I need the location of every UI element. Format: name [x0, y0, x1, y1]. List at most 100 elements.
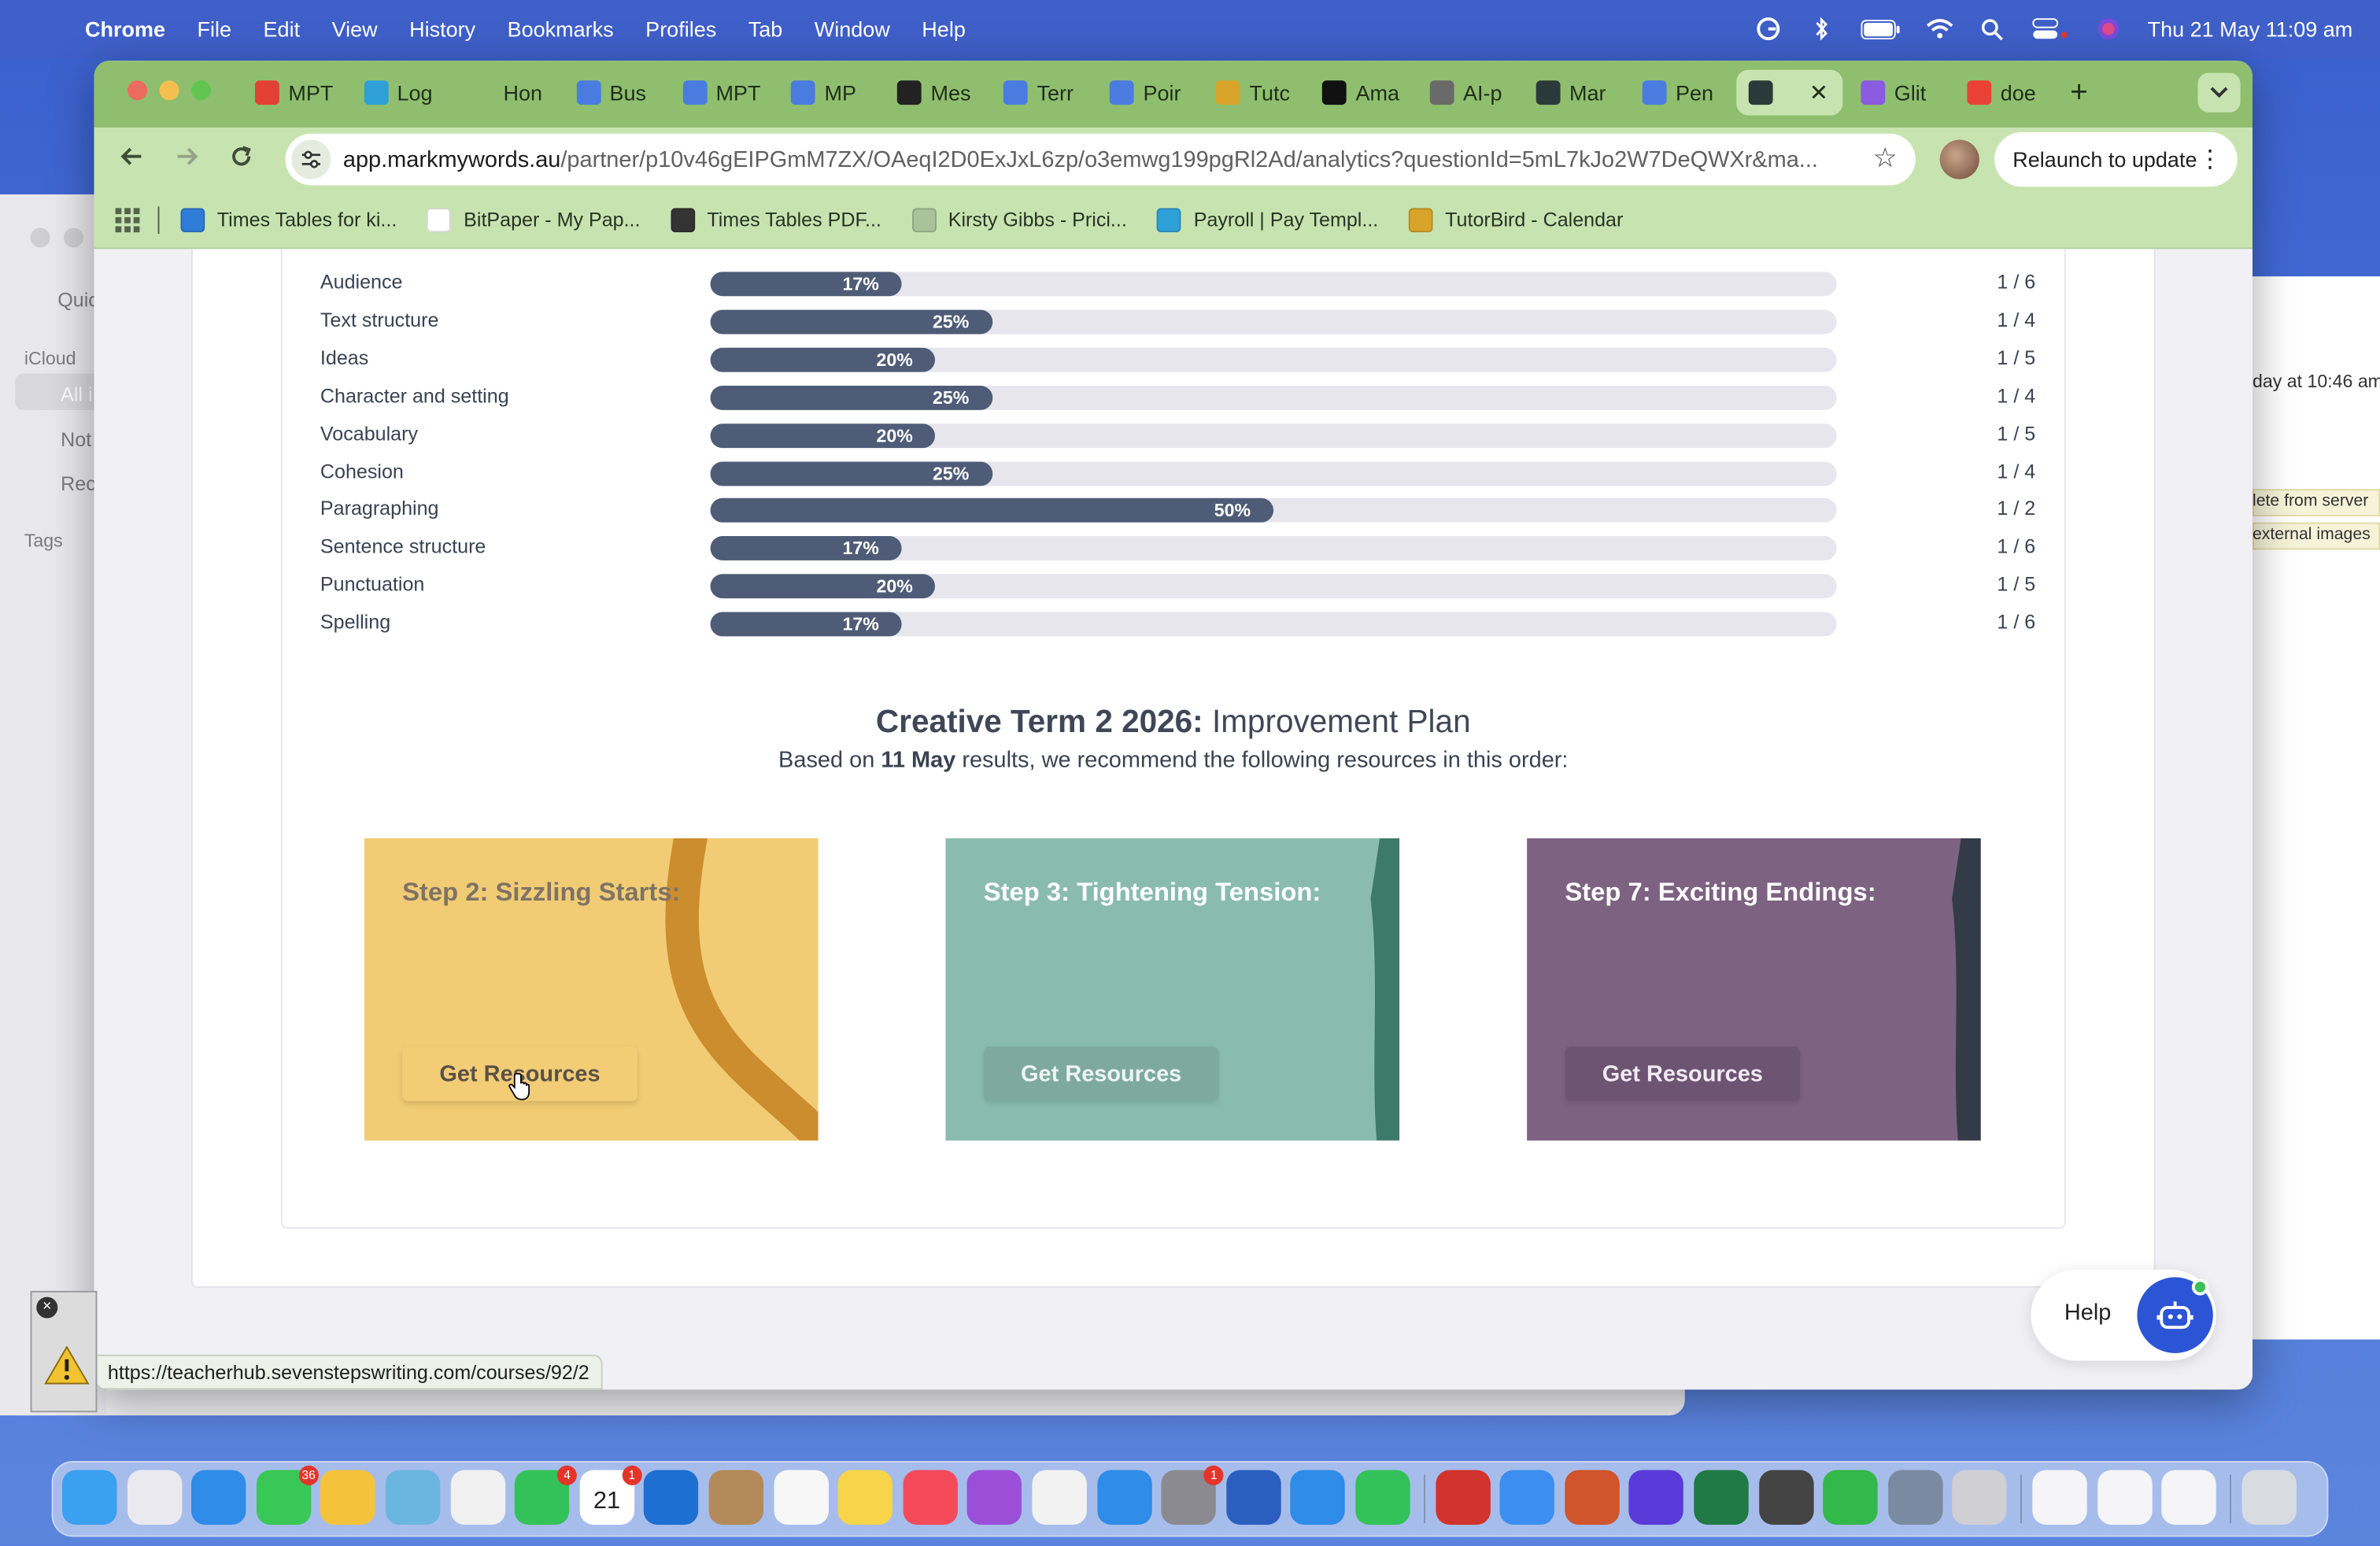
tab[interactable]: AI-p: [1417, 70, 1517, 116]
dock-news-icon[interactable]: [1032, 1470, 1087, 1525]
battery-icon[interactable]: [1861, 17, 1900, 41]
dock-maps-icon[interactable]: [385, 1470, 441, 1525]
tab[interactable]: MPT: [243, 70, 346, 116]
dock-notes-icon[interactable]: [837, 1470, 893, 1525]
dock-whatsapp-icon[interactable]: [1355, 1470, 1410, 1525]
profile-avatar[interactable]: [1939, 139, 1979, 179]
forward-button[interactable]: [173, 142, 201, 177]
background-text[interactable]: external images: [2252, 526, 2371, 544]
maximize-window-button[interactable]: [190, 80, 212, 101]
bookmark-item[interactable]: BitPaper - My Pap...: [427, 207, 640, 232]
dock-outlook-icon[interactable]: [644, 1470, 699, 1525]
minimize-window-button[interactable]: [159, 80, 179, 101]
menubar-clock[interactable]: Thu 21 May 11:09 am: [2148, 17, 2353, 41]
menu-profiles[interactable]: Profiles: [645, 17, 716, 41]
siri-icon[interactable]: [2094, 17, 2122, 41]
dock-doc-1-icon[interactable]: [2032, 1470, 2087, 1525]
tab-active[interactable]: ✕: [1736, 69, 1843, 116]
menu-bookmarks[interactable]: Bookmarks: [508, 17, 614, 41]
tab[interactable]: Glit: [1849, 70, 1949, 116]
help-widget[interactable]: Help: [2031, 1269, 2216, 1361]
close-tab-icon[interactable]: ✕: [1809, 79, 1828, 106]
menu-tab[interactable]: Tab: [748, 17, 783, 41]
dock-messages-icon[interactable]: 36: [256, 1465, 319, 1525]
dock-excel-icon[interactable]: [1694, 1470, 1749, 1525]
menu-app-name[interactable]: Chrome: [85, 17, 165, 41]
tab[interactable]: doe: [1955, 70, 2055, 116]
site-info-icon[interactable]: [291, 139, 331, 179]
dock-finder-icon[interactable]: [62, 1470, 117, 1525]
dock-reminders-icon[interactable]: [773, 1470, 829, 1525]
more-menu-icon[interactable]: ⋮: [2198, 144, 2223, 175]
bookmark-item[interactable]: TutorBird - Calendar: [1408, 207, 1623, 232]
tab[interactable]: Mar: [1524, 70, 1624, 116]
get-resources-button[interactable]: Get Resources: [983, 1046, 1219, 1101]
bluetooth-icon[interactable]: [1808, 17, 1835, 41]
bookmark-item[interactable]: Times Tables PDF...: [671, 207, 881, 232]
tab-search-button[interactable]: [2197, 72, 2241, 113]
wifi-icon[interactable]: [1926, 17, 1953, 41]
tab[interactable]: MPT: [671, 70, 773, 116]
background-sidebar-item[interactable]: Not: [61, 428, 91, 451]
tab[interactable]: Bus: [564, 70, 664, 116]
new-tab-button[interactable]: +: [2070, 70, 2088, 116]
dock-chrome-icon[interactable]: [320, 1470, 376, 1525]
bookmark-item[interactable]: Kirsty Gibbs - Prici...: [911, 207, 1127, 232]
address-bar[interactable]: app.markmywords.au /partner/p10v46gEIPGm…: [285, 133, 1916, 186]
dock-safari-icon[interactable]: [191, 1470, 246, 1525]
apps-grid-icon[interactable]: [115, 207, 140, 232]
dock-launchpad-icon[interactable]: [127, 1470, 182, 1525]
get-resources-button[interactable]: Get Resources: [1565, 1046, 1801, 1101]
dock-contacts-icon[interactable]: [708, 1470, 764, 1525]
menu-view[interactable]: View: [332, 17, 378, 41]
dock-grammarly-icon[interactable]: [1629, 1470, 1684, 1525]
dock-podcasts-icon[interactable]: [967, 1470, 1022, 1525]
menu-history[interactable]: History: [409, 17, 475, 41]
dock-calendar-outlook-icon[interactable]: [1291, 1470, 1346, 1525]
back-button[interactable]: [118, 142, 146, 177]
dock-app-store-icon[interactable]: [1096, 1470, 1152, 1525]
dock-photos-icon[interactable]: [450, 1470, 505, 1525]
tab[interactable]: Ama: [1310, 70, 1412, 116]
bookmark-item[interactable]: Times Tables for ki...: [180, 207, 397, 232]
dock-preview-icon[interactable]: [1887, 1470, 1943, 1525]
dock-system-settings-icon[interactable]: 1: [1161, 1465, 1224, 1525]
tab[interactable]: Tutc: [1204, 70, 1304, 116]
dock-numbers-icon[interactable]: [1823, 1470, 1879, 1525]
dock-music-icon[interactable]: [903, 1470, 958, 1525]
dock-doc-3-icon[interactable]: [2161, 1470, 2217, 1525]
background-sidebar-item[interactable]: Rec: [61, 472, 96, 495]
dock-trash-icon[interactable]: [2241, 1470, 2297, 1525]
grammarly-menu-icon[interactable]: [1754, 17, 1782, 41]
menu-file[interactable]: File: [198, 17, 232, 41]
menu-edit[interactable]: Edit: [264, 17, 301, 41]
tab[interactable]: MP: [779, 70, 879, 116]
menu-window[interactable]: Window: [815, 17, 890, 41]
tab[interactable]: Terr: [992, 70, 1092, 116]
relaunch-button[interactable]: Relaunch to update ⋮: [1994, 131, 2238, 187]
dock-keychain-icon[interactable]: [1758, 1470, 1813, 1525]
close-window-button[interactable]: [127, 80, 148, 101]
control-center-icon[interactable]: [2032, 17, 2068, 41]
dock-doc-2-icon[interactable]: [2097, 1470, 2152, 1525]
dock-acrobat-icon[interactable]: [1435, 1470, 1491, 1525]
dock-calendar-icon[interactable]: 21 1: [579, 1465, 642, 1525]
tab[interactable]: Mes: [885, 70, 985, 116]
tab[interactable]: Pen: [1630, 70, 1730, 116]
spotlight-search-icon[interactable]: [1979, 17, 2007, 41]
tab[interactable]: Log: [352, 70, 452, 116]
dock-word-icon[interactable]: [1225, 1470, 1281, 1525]
dock-mail-icon[interactable]: [1499, 1470, 1555, 1525]
menu-help[interactable]: Help: [922, 17, 966, 41]
background-sidebar-item[interactable]: Quic: [57, 289, 98, 312]
dock-facetime-icon[interactable]: 4: [515, 1465, 578, 1525]
bookmark-item[interactable]: Payroll | Pay Templ...: [1157, 207, 1378, 232]
dock-powerpoint-icon[interactable]: [1564, 1470, 1620, 1525]
background-text[interactable]: lete from server: [2252, 492, 2368, 510]
reload-button[interactable]: [227, 142, 255, 177]
tab[interactable]: Hon: [458, 70, 558, 116]
close-icon[interactable]: ×: [36, 1296, 58, 1319]
bookmark-star-icon[interactable]: ☆: [1873, 142, 1898, 175]
tab[interactable]: Poir: [1098, 70, 1198, 116]
dock-printer-icon[interactable]: [1952, 1470, 2008, 1525]
